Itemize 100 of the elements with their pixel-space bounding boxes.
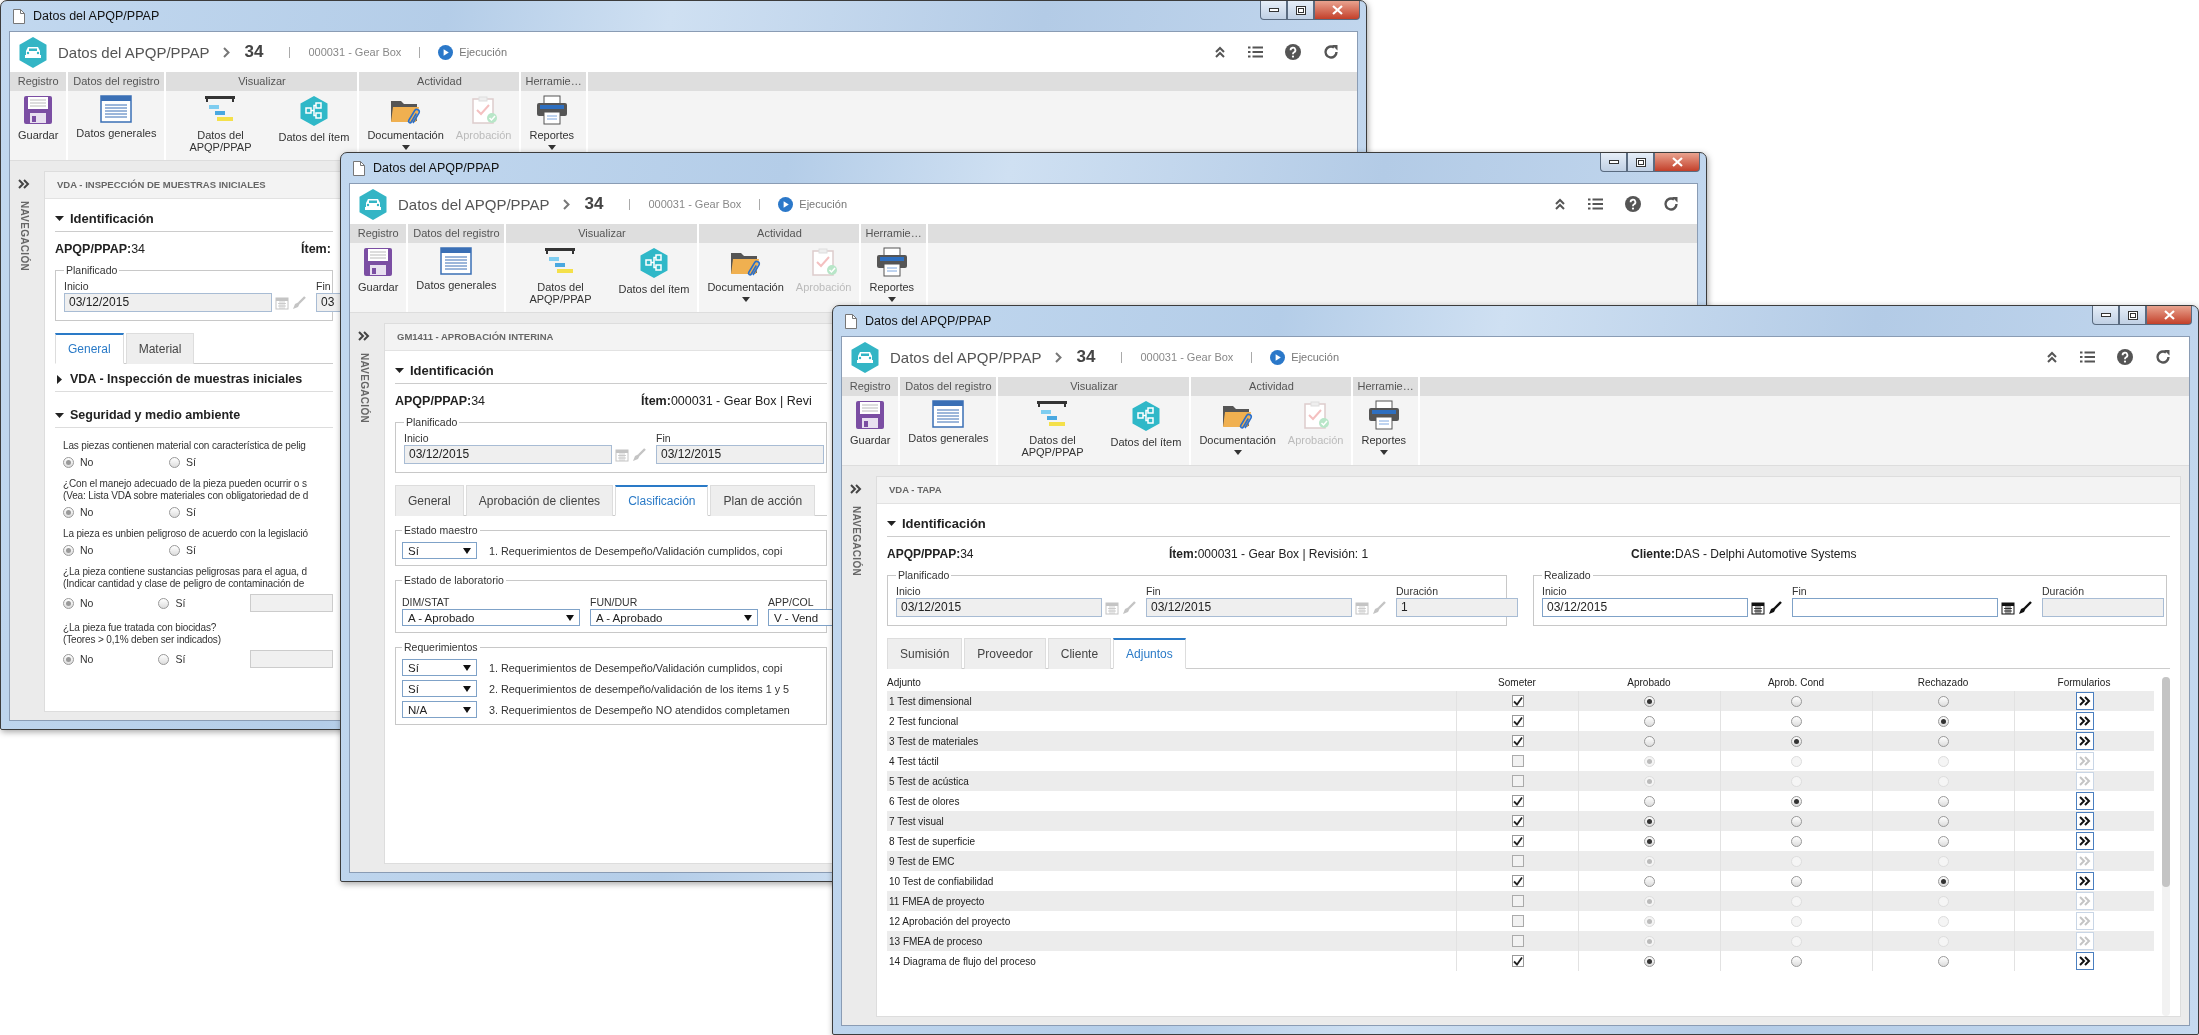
group-legend: Requerimientos	[402, 641, 480, 653]
date-field[interactable]: 03/12/2015	[64, 293, 272, 312]
info-field: Cliente:DAS - Delphi Automotive Systems	[1631, 547, 2170, 561]
tab[interactable]: Cliente	[1047, 638, 1112, 669]
ribbon-button[interactable]: Datos del ítem	[1104, 400, 1188, 458]
tab[interactable]: Adjuntos	[1113, 638, 1186, 669]
ribbon-button[interactable]: Guardar	[12, 95, 65, 141]
date-field[interactable]: 03/12/2015	[404, 445, 612, 464]
table-cell-text: 3 Test de materiales	[888, 734, 980, 749]
field-label: Inicio	[1542, 585, 1568, 597]
table-cell-text: 2 Test funcional	[888, 714, 960, 729]
field-label: APP/COL	[768, 596, 815, 608]
table-cell-text: 4 Test táctil	[888, 754, 940, 769]
ribbon-button[interactable]: Datos del APQP/PPAP	[168, 95, 273, 153]
section-header[interactable]: VDA - Inspección de muestras iniciales	[55, 364, 333, 392]
tab[interactable]: General	[395, 485, 464, 516]
select-field[interactable]: N/A	[402, 701, 477, 718]
section-header[interactable]: Identificación	[55, 205, 333, 232]
ribbon-button[interactable]: Datos generales	[410, 247, 503, 291]
section-header[interactable]: Identificación	[395, 357, 827, 384]
ribbon-group-label: Herramie…	[864, 226, 923, 241]
field-label: Inicio	[64, 280, 90, 292]
ribbon-group-label: Visualizar	[1069, 379, 1119, 394]
column-header: Adjunto	[887, 677, 922, 690]
select-field[interactable]: Sí	[402, 659, 477, 676]
group-legend: Estado maestro	[402, 524, 480, 536]
table-cell-text: 14 Diagrama de flujo del proceso	[888, 954, 1037, 969]
option-label: No	[80, 597, 94, 609]
ribbon-button[interactable]: Documentación	[701, 247, 790, 302]
ribbon-group-label: Herramie…	[1356, 379, 1415, 394]
ribbon-button[interactable]: Guardar	[844, 400, 897, 446]
ribbon-button[interactable]: Datos del APQP/PPAP	[1000, 400, 1105, 458]
ribbon-button[interactable]: Reportes	[863, 247, 921, 302]
option-label: No	[80, 544, 94, 556]
item-label: 000031 - Gear Box	[308, 46, 402, 58]
app-title: Datos del APQP/PPAP	[58, 43, 210, 61]
date-field[interactable]: 03/12/2015	[896, 598, 1102, 617]
ribbon-group-label: Registro	[848, 379, 892, 394]
ribbon-button[interactable]: Reportes	[523, 95, 581, 150]
select-field[interactable]: Sí	[402, 680, 477, 697]
status-label: Ejecución	[799, 198, 848, 210]
date-field[interactable]: 03/12/2015	[1146, 598, 1352, 617]
ribbon-button[interactable]: Reportes	[1355, 400, 1413, 455]
ribbon-group-label: Visualizar	[577, 226, 627, 241]
navigation-toggle[interactable]: NAVEGACIÓN	[842, 466, 870, 1025]
navigation-toggle[interactable]: NAVEGACIÓN	[350, 313, 378, 872]
question-text: La pieza es unbien peligroso de acuerdo con la legislació	[63, 528, 309, 540]
table-cell-text: 10 Test de confiabilidad	[888, 874, 995, 889]
column-header: Someter	[1497, 677, 1537, 690]
select-field[interactable]: A - Aprobado	[402, 609, 580, 626]
section-header[interactable]: Identificación	[887, 510, 2170, 537]
table-cell-text: 5 Test de acústica	[888, 774, 970, 789]
ribbon-group-label: Datos del registro	[412, 226, 501, 241]
navigation-toggle[interactable]: NAVEGACIÓN	[10, 161, 38, 720]
ribbon-button[interactable]: Datos del ítem	[612, 247, 696, 305]
tab[interactable]: General	[55, 333, 124, 364]
ribbon-button[interactable]: Documentación	[361, 95, 450, 150]
ribbon-group-label: Actividad	[416, 74, 463, 89]
option-label: No	[80, 506, 94, 518]
ribbon-button[interactable]: Datos del APQP/PPAP	[508, 247, 613, 305]
tab[interactable]: Aprobación de clientes	[465, 485, 614, 516]
field-label: DIM/STAT	[402, 596, 451, 608]
requirement-text: 2. Requerimientos de desempeño/validación de los items 1 y 5	[489, 682, 790, 695]
table-cell-text: 8 Test de superficie	[888, 834, 976, 849]
app-title: Datos del APQP/PPAP	[890, 348, 1042, 366]
section-header[interactable]: Seguridad y medio ambiente	[55, 400, 333, 428]
ribbon-group-label: Visualizar	[237, 74, 287, 89]
ribbon-group-label: Registro	[356, 226, 400, 241]
table-cell-text: 1 Test dimensional	[888, 694, 973, 709]
info-field: Ítem:000031 - Gear Box | Revisión: 1	[1169, 547, 1631, 561]
ribbon-button[interactable]: Datos generales	[70, 95, 163, 139]
ribbon-button[interactable]: Datos generales	[902, 400, 995, 444]
ribbon-group-label: Actividad	[1248, 379, 1295, 394]
window-title: Datos del APQP/PPAP	[373, 161, 500, 175]
group-legend: Estado de laboratorio	[402, 574, 506, 586]
ribbon-button[interactable]: Guardar	[352, 247, 405, 293]
select-field[interactable]: A - Aprobado	[590, 609, 758, 626]
tab[interactable]: Plan de acción	[710, 485, 816, 516]
group-legend: Planificado	[896, 569, 952, 581]
info-field: Ítem:000031 - Gear Box | Revi	[641, 394, 827, 408]
group-legend: Planificado	[404, 416, 460, 428]
option-label: Sí	[175, 597, 186, 609]
info-field: APQP/PPAP:34	[55, 242, 301, 256]
select-field[interactable]: Sí	[402, 542, 477, 559]
date-field[interactable]: 03/12/2015	[1542, 598, 1748, 617]
tab[interactable]: Sumisión	[887, 638, 963, 669]
tab[interactable]: Proveedor	[964, 638, 1046, 669]
text-field[interactable]: 03/12/2015	[656, 445, 824, 464]
column-header: Aprob. Cond	[1766, 677, 1826, 690]
question-text: ¿La pieza contiene sustancias peligrosas para el agua, d (Indicar cantidad y clase de peligro de contaminación de	[63, 566, 308, 590]
ribbon-button[interactable]: Documentación	[1193, 400, 1282, 455]
tab[interactable]: Clasificación	[615, 485, 709, 516]
requirement-text: 1. Requerimientos de Desempeño/Validación cumplidos, copi	[489, 544, 783, 557]
panel-title: VDA - INSPECCIÓN DE MUESTRAS INICIALES	[45, 172, 343, 199]
ribbon-button[interactable]: Datos del ítem	[272, 95, 356, 153]
item-label: 000031 - Gear Box	[648, 198, 742, 210]
record-number: 34	[244, 42, 264, 62]
tab[interactable]: Material	[125, 333, 195, 364]
option-label: No	[80, 653, 94, 665]
text-field[interactable]: 1	[1396, 598, 1518, 617]
